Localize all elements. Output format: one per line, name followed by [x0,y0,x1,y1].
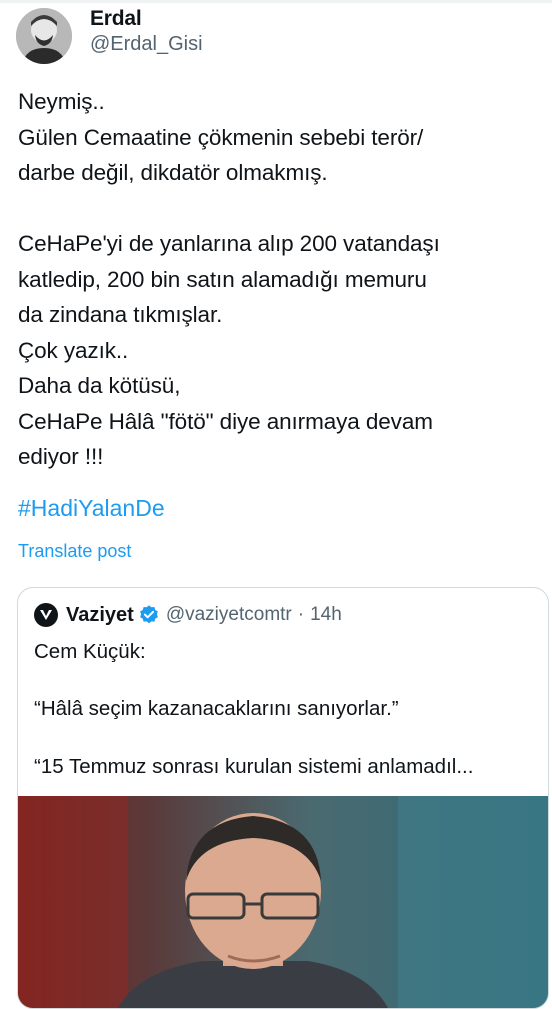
top-divider [0,0,552,3]
hashtag-link[interactable]: #HadiYalanDe [18,495,165,522]
quoted-post-header: Vaziyet @vaziyetcomtr · 14h [34,602,342,628]
quoted-text-line: Cem Küçük: [34,640,146,663]
quoted-post-time[interactable]: 14h [310,604,342,626]
quoted-author-name[interactable]: Vaziyet [66,604,134,627]
quoted-post-image[interactable] [18,796,548,1008]
quoted-text-line: “15 Temmuz sonrası kurulan sistemi anlam… [34,755,474,778]
tweet-text: Neymiş.. Gülen Cemaatine çökmenin sebebi… [18,89,440,469]
header-separator: · [297,604,305,625]
verified-badge-icon [139,605,158,624]
author-handle[interactable]: @Erdal_Gisi [90,33,203,56]
avatar-photo [16,8,72,64]
author-name[interactable]: Erdal [90,7,142,31]
quoted-text-line: “Hâlâ seçim kazanacaklarını sanıyorlar.” [34,697,399,720]
vaziyet-logo-icon[interactable] [34,603,58,627]
author-avatar[interactable] [16,8,72,64]
tv-screenshot-image [18,796,548,1008]
quoted-author-handle[interactable]: @vaziyetcomtr [166,604,292,626]
translate-post-link[interactable]: Translate post [18,541,131,562]
quoted-post-card[interactable]: Vaziyet @vaziyetcomtr · 14h Cem Küçük: “… [17,587,549,1009]
